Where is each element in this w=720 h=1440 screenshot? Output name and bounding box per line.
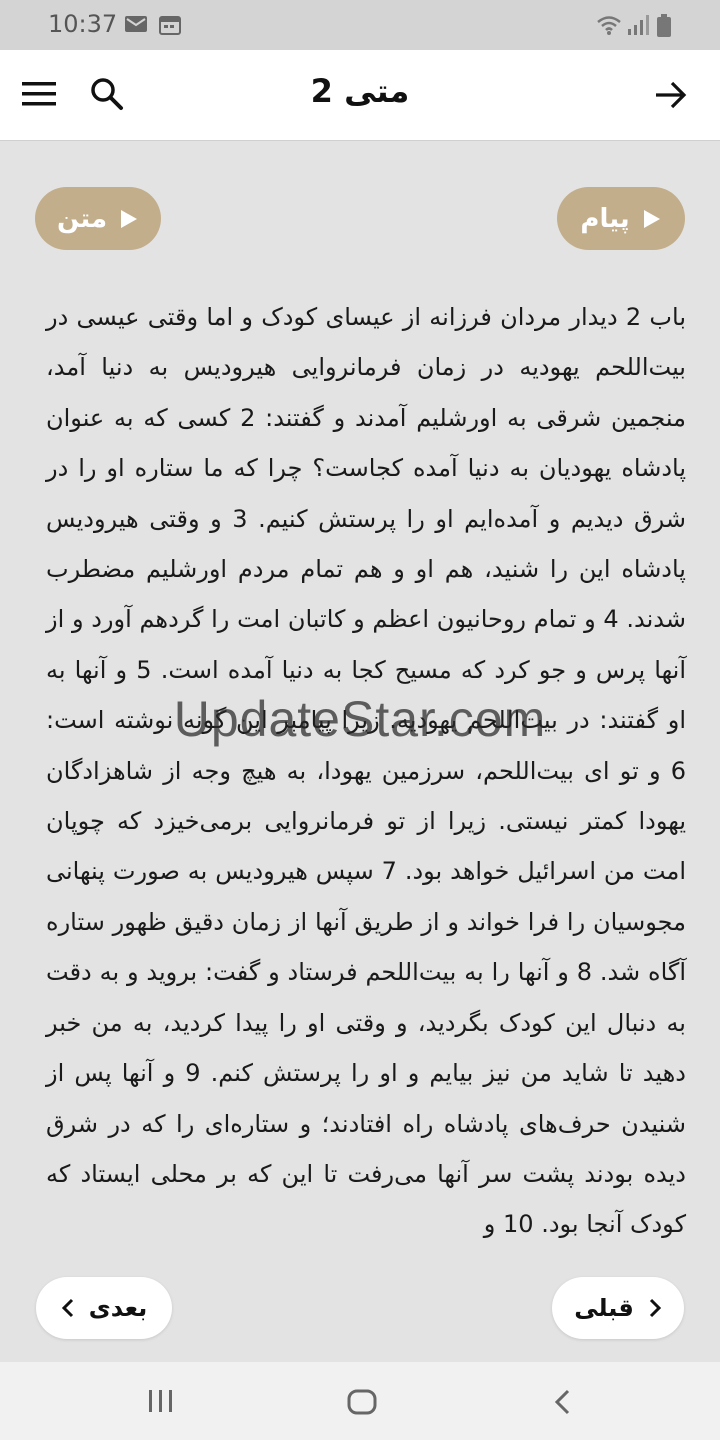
audio-button-label: پیام bbox=[580, 203, 630, 234]
previous-button[interactable]: قبلی bbox=[552, 1277, 684, 1339]
chevron-right-icon bbox=[649, 1298, 661, 1318]
system-back-icon[interactable] bbox=[553, 1388, 573, 1416]
recent-apps-icon[interactable] bbox=[147, 1388, 175, 1414]
battery-icon bbox=[657, 14, 671, 37]
text-button[interactable]: متن bbox=[35, 187, 161, 250]
next-button-label: بعدی bbox=[88, 1294, 148, 1322]
chevron-left-icon bbox=[61, 1298, 73, 1318]
watermark: UpdateStar.com bbox=[173, 691, 547, 747]
scripture-text: باب 2 دیدار مردان فرزانه از عیسای کودک و… bbox=[46, 303, 687, 1239]
app-bar: متی 2 bbox=[0, 50, 720, 141]
gmail-icon bbox=[125, 16, 147, 32]
status-bar: 10:37 bbox=[0, 0, 720, 50]
play-icon bbox=[121, 209, 138, 228]
status-time: 10:37 bbox=[48, 10, 118, 38]
audio-button[interactable]: پیام bbox=[557, 187, 685, 250]
wifi-icon bbox=[597, 16, 621, 35]
home-icon[interactable] bbox=[346, 1388, 378, 1416]
calendar-icon bbox=[159, 16, 181, 35]
play-icon bbox=[643, 209, 660, 228]
next-button[interactable]: بعدی bbox=[36, 1277, 172, 1339]
page-title: متی 2 bbox=[310, 72, 410, 110]
previous-button-label: قبلی bbox=[574, 1294, 634, 1322]
text-button-label: متن bbox=[56, 203, 108, 234]
system-nav-bar bbox=[0, 1362, 720, 1440]
back-arrow-icon[interactable] bbox=[654, 80, 688, 110]
signal-icon bbox=[628, 15, 649, 35]
